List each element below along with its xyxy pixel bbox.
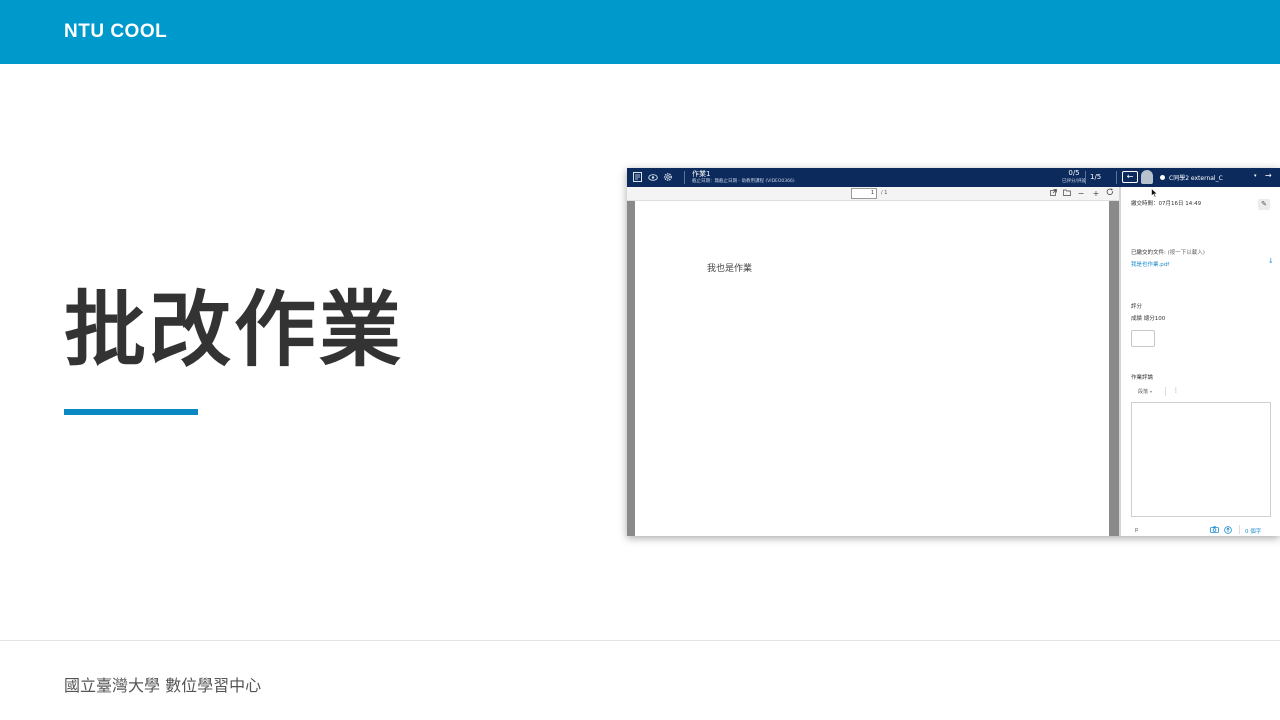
header-divider <box>684 171 685 184</box>
header-divider <box>1116 171 1117 184</box>
header-divider <box>1085 171 1086 184</box>
gradebook-icon[interactable] <box>630 170 644 184</box>
grading-panel: 繳交時間：07月16日 14:49 ✎ 已繳交的文件: (按一下以載入) 我是也… <box>1121 187 1280 536</box>
pdf-page: 我也是作業 <box>635 201 1109 536</box>
submitted-time: 繳交時間：07月16日 14:49 <box>1131 199 1201 207</box>
chevron-down-icon[interactable]: ▾ <box>1254 173 1257 179</box>
editor-toolbar-divider <box>1165 387 1166 396</box>
settings-icon[interactable] <box>661 170 675 184</box>
graded-label: 已評分/評論 <box>1061 179 1087 184</box>
zoom-in-icon[interactable]: + <box>1091 188 1101 200</box>
pencil-icon[interactable]: ✎ <box>1258 199 1270 210</box>
mouse-cursor-icon <box>1151 187 1159 201</box>
comments-section-title: 作業評論 <box>1131 375 1154 381</box>
submitted-files-label: 已繳交的文件: <box>1131 250 1166 256</box>
eye-icon[interactable] <box>646 170 660 184</box>
word-count: 0 個字 <box>1245 529 1262 535</box>
folder-icon[interactable] <box>1062 188 1072 200</box>
brand-logo-text: NTU COOL <box>64 21 168 42</box>
student-avatar <box>1141 170 1153 184</box>
grade-section-title: 評分 <box>1131 304 1143 310</box>
viewer-toolbar: 1 / 1 − + <box>627 187 1119 201</box>
assignment-subtitle: 截止日期：無截止日期 - 助教用課程 (VIDEO0366) <box>692 179 795 184</box>
footer-institution: 國立臺灣大學 數位學習中心 <box>64 676 262 695</box>
page-total: / 1 <box>881 190 888 196</box>
speedgrader-screenshot: 作業1 截止日期：無截止日期 - 助教用課程 (VIDEO0366) 0/5 已… <box>627 168 1280 536</box>
submitted-time-label: 繳交時間： <box>1131 201 1159 207</box>
open-external-icon[interactable] <box>1048 188 1058 200</box>
paragraph-format-value: 段落 <box>1138 389 1149 395</box>
page-number-input[interactable]: 1 <box>851 188 877 199</box>
viewer-scrollbar[interactable] <box>1109 201 1119 536</box>
comment-editor[interactable] <box>1131 402 1271 517</box>
title-underline <box>64 409 198 415</box>
submitted-files-hint: (按一下以載入) <box>1167 250 1205 256</box>
submission-status-dot <box>1160 175 1165 180</box>
grader-header: 作業1 截止日期：無截止日期 - 助教用課程 (VIDEO0366) 0/5 已… <box>627 168 1280 187</box>
document-viewer: 1 / 1 − + 我也是作業 <box>627 187 1119 536</box>
slide-title: 批改作業 <box>64 283 405 378</box>
submitted-file-link[interactable]: 我是也作業.pdf <box>1131 260 1169 268</box>
next-student-button[interactable]: → <box>1265 171 1272 180</box>
previous-student-button[interactable]: ← <box>1122 171 1138 183</box>
grade-label: 成績 總分100 <box>1131 314 1165 322</box>
zoom-out-icon[interactable]: − <box>1076 188 1086 200</box>
grade-total: 總分100 <box>1143 316 1166 322</box>
editor-path-tag: p <box>1135 527 1139 533</box>
grade-label-text: 成績 <box>1131 316 1143 322</box>
more-options-icon[interactable]: ⋮ <box>1173 387 1179 394</box>
submitted-files: 已繳交的文件: (按一下以載入) <box>1131 248 1205 256</box>
viewer-gutter <box>627 201 635 536</box>
upload-icon[interactable] <box>1224 526 1232 536</box>
student-select[interactable]: C同學2 external_C <box>1169 173 1223 182</box>
paragraph-format-select[interactable]: 段落 ▾ <box>1138 388 1152 395</box>
top-banner: NTU COOL <box>0 0 1280 64</box>
footer-divider <box>0 640 1280 641</box>
camera-icon[interactable] <box>1210 526 1219 535</box>
grade-input[interactable] <box>1131 330 1155 347</box>
download-icon[interactable]: ↓ <box>1268 257 1274 265</box>
submitted-time-value: 07月16日 14:49 <box>1158 201 1202 207</box>
document-text: 我也是作業 <box>707 264 753 274</box>
chevron-down-icon: ▾ <box>1150 389 1153 394</box>
student-position: 1/5 <box>1090 173 1102 181</box>
status-divider <box>1239 525 1240 534</box>
rotate-icon[interactable] <box>1105 188 1115 200</box>
